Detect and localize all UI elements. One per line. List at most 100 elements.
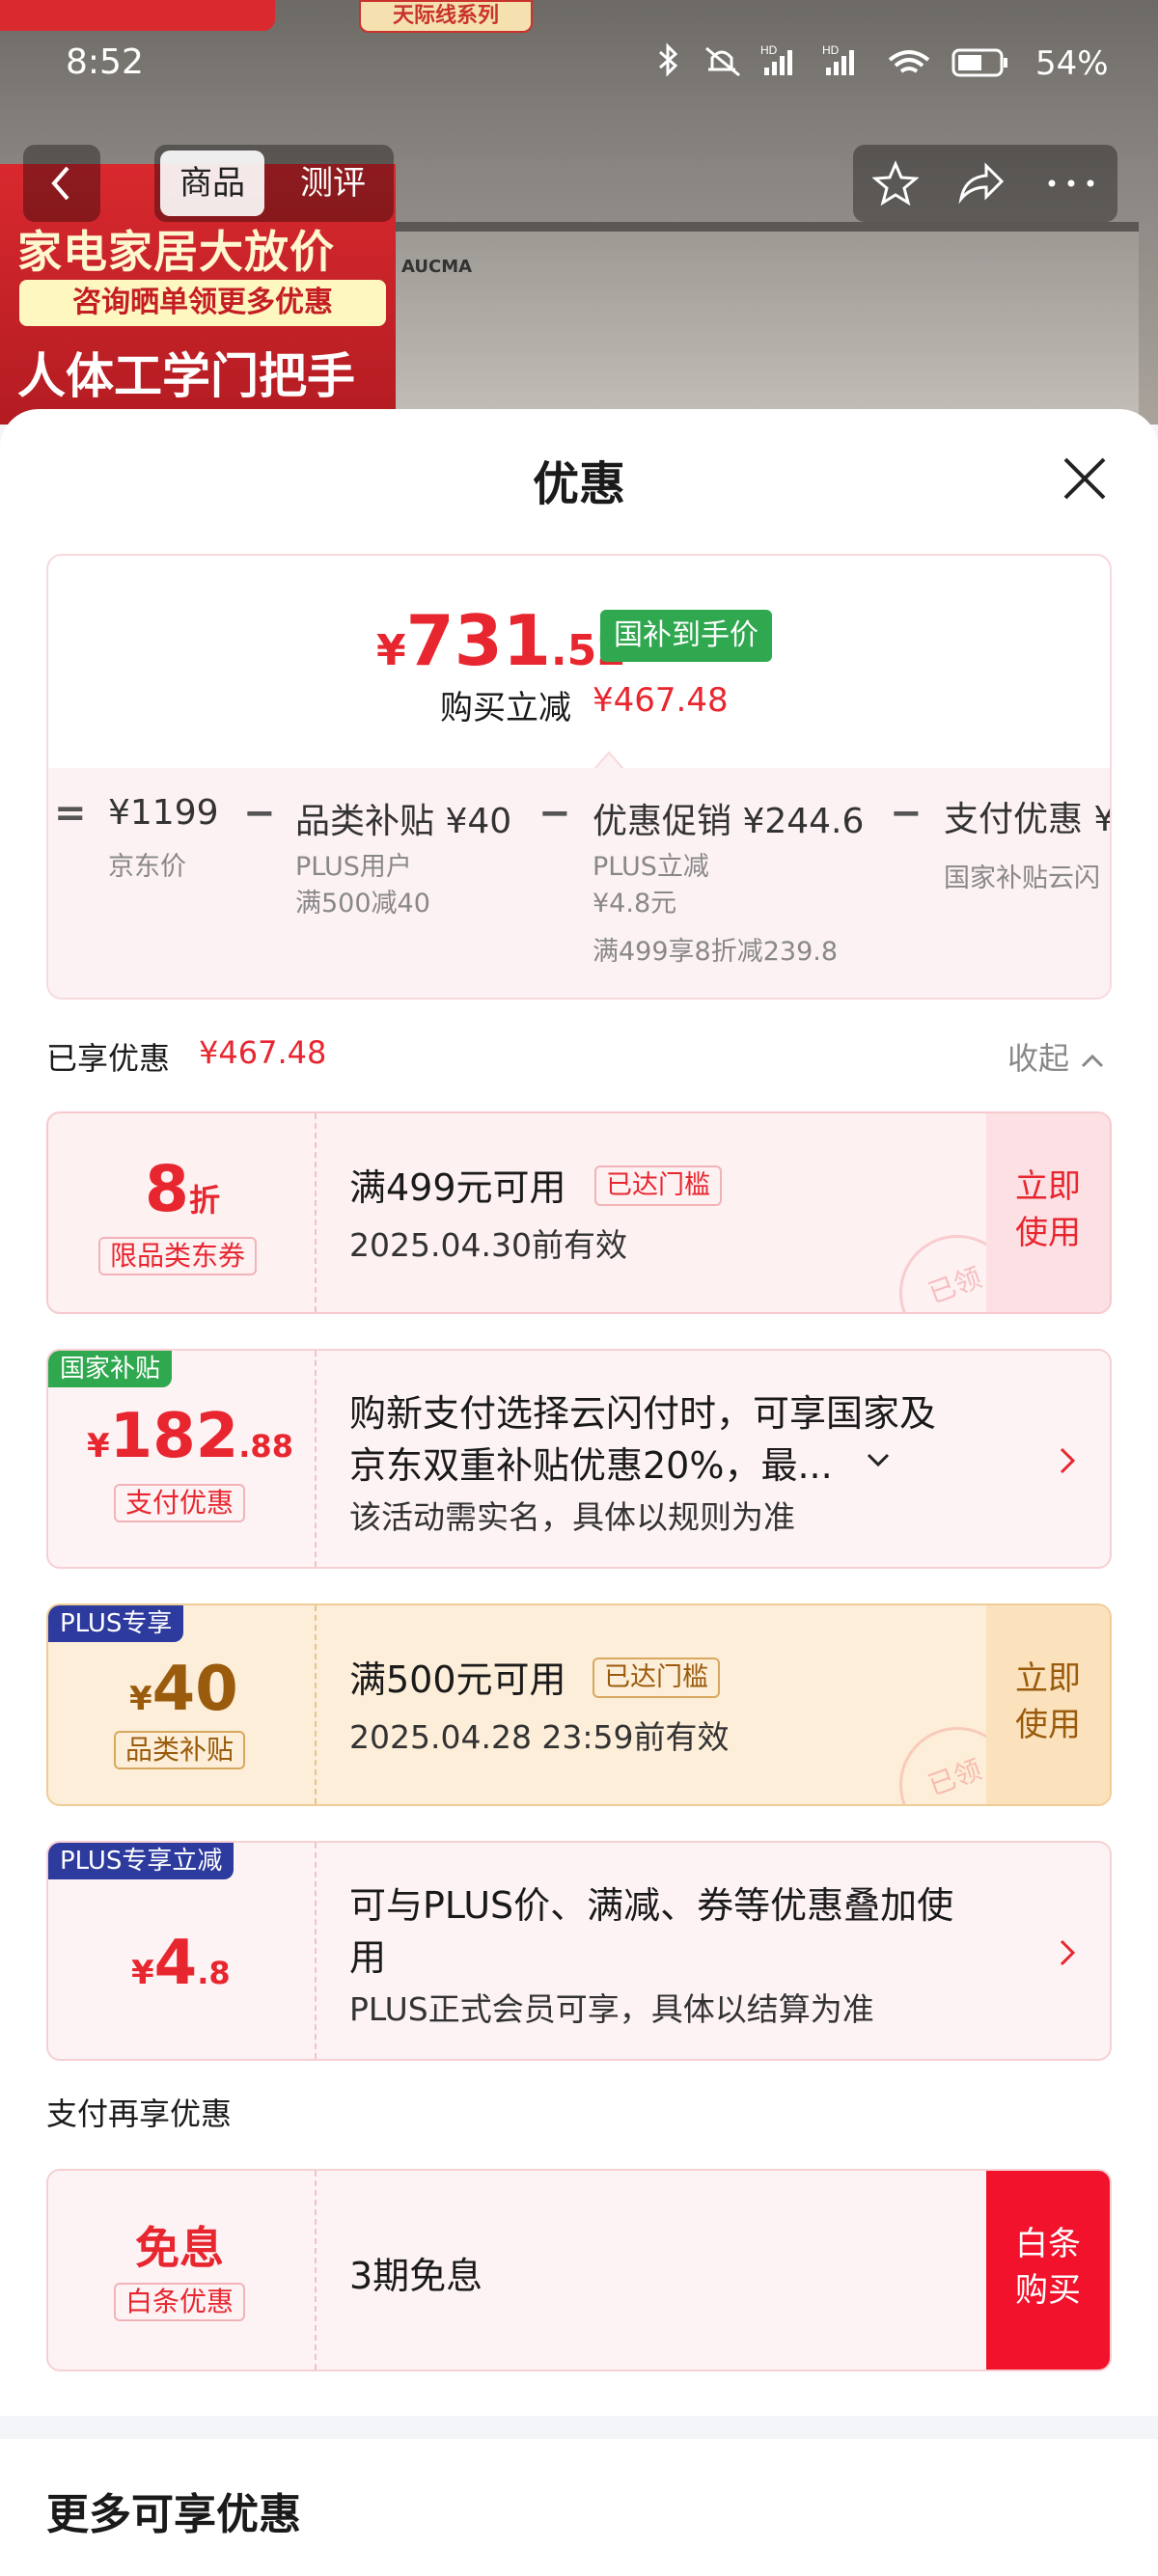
chevron-right-icon <box>1060 1447 1076 1474</box>
breakdown-category-subsidy: 品类补贴 ¥40 <box>295 802 512 841</box>
star-icon[interactable] <box>872 160 919 206</box>
share-icon[interactable] <box>955 160 1006 206</box>
coupon-value-area: ¥182.88 支付优惠 <box>48 1351 315 1567</box>
action-line: 立即 <box>1015 1659 1081 1698</box>
coupon-type: 支付优惠 <box>114 1484 246 1522</box>
value-integer: 4 <box>153 1928 198 1999</box>
promo-feature: 人体工学门把手 <box>17 348 355 404</box>
status-icons: HD HD <box>659 42 1007 77</box>
threshold-badge: 已达门槛 <box>594 1165 722 1206</box>
enjoyed-label: 已享优惠 <box>46 1040 171 1077</box>
subsidy-desc-line1: 购新支付选择云闪付时，可享国家及 <box>349 1392 937 1435</box>
pay-again-label: 支付再享优惠 <box>46 2096 233 2132</box>
back-button[interactable] <box>23 145 100 222</box>
breakdown-jd-price: ¥1199 <box>108 793 219 833</box>
product-image: AUCMA <box>386 222 1139 425</box>
stamp-text: 已领 <box>924 1261 986 1310</box>
breakdown-operator: − <box>243 791 276 836</box>
installment-value-area: 免息 白条优惠 <box>48 2171 315 2370</box>
card-divider <box>315 1605 317 1804</box>
action-line: 购买 <box>1015 2271 1081 2310</box>
threshold-badge: 已达门槛 <box>593 1658 720 1698</box>
breakdown-payment-clip: 支付优惠 ¥ 国家补贴云闪 <box>944 791 1110 926</box>
coupon-value-area: ¥4.8 <box>48 1843 315 2059</box>
coupon-value: 8折 <box>145 1152 220 1226</box>
pointer-notch <box>594 751 623 770</box>
chevron-left-icon <box>51 166 69 201</box>
subsidy-note: 该活动需实名，具体以规则为准 <box>349 1498 795 1536</box>
breakdown-payment: 支付优惠 ¥ <box>944 800 1110 839</box>
currency: ¥ <box>87 1427 110 1466</box>
baitiao-buy-button[interactable]: 白条 购买 <box>986 2171 1110 2370</box>
stamp-text: 已领 <box>924 1753 986 1802</box>
tab-review[interactable]: 测评 <box>280 151 386 216</box>
subsidy-price-badge: 国补到手价 <box>600 610 772 662</box>
price-currency: ¥ <box>376 626 406 675</box>
coupon-value: ¥182.88 <box>87 1401 293 1472</box>
status-time: 8:52 <box>66 42 144 82</box>
svg-text:HD: HD <box>760 43 778 57</box>
series-tag: 天际线系列 <box>359 0 533 33</box>
card-divider <box>315 1843 317 2059</box>
breakdown-sub: 国家补贴云闪 <box>944 863 1100 893</box>
plus-note: PLUS正式会员可享，具体以结算为准 <box>349 1990 874 2028</box>
breakdown-sub: PLUS立减 <box>593 852 709 882</box>
use-now-button[interactable]: 立即 使用 <box>986 1605 1110 1804</box>
use-now-button[interactable]: 立即 使用 <box>986 1113 1110 1312</box>
coupon-expiry: 2025.04.28 23:59前有效 <box>349 1718 730 1756</box>
value-integer: 40 <box>152 1654 238 1725</box>
breakdown-sub: PLUS用户 <box>295 852 412 882</box>
coupon-card-plus-reduction[interactable]: PLUS专享立减 ¥4.8 可与PLUS价、满减、券等优惠叠加使 用 PLUS正… <box>46 1841 1112 2061</box>
currency: ¥ <box>131 1954 154 1992</box>
installment-type: 白条优惠 <box>114 2283 246 2321</box>
action-line: 立即 <box>1015 1167 1081 1206</box>
promo-ribbon <box>0 0 275 31</box>
close-icon[interactable] <box>1058 452 1112 506</box>
coupon-value-area: 8折 限品类东券 <box>48 1113 315 1312</box>
coupon-title: 满500元可用 <box>349 1658 566 1701</box>
chevron-down-icon[interactable] <box>865 1451 894 1470</box>
action-line: 使用 <box>1015 1706 1081 1744</box>
card-divider <box>315 1351 317 1567</box>
more-icon[interactable] <box>1042 160 1100 206</box>
action-line: 使用 <box>1015 1214 1081 1252</box>
value-decimal: .88 <box>238 1428 293 1465</box>
installment-card: 免息 白条优惠 3期免息 白条 购买 <box>46 2169 1112 2371</box>
breakdown-operator: − <box>538 791 571 836</box>
value-decimal: .8 <box>197 1955 231 1991</box>
card-divider <box>315 1113 317 1312</box>
coupon-card-discount: 8折 限品类东券 满499元可用 已达门槛 2025.04.30前有效 已领 立… <box>46 1111 1112 1314</box>
coupon-value-area: ¥40 品类补贴 <box>48 1605 315 1804</box>
coupon-expiry: 2025.04.30前有效 <box>349 1226 627 1264</box>
coupon-type: 品类补贴 <box>114 1731 246 1769</box>
breakdown-sub: 满500减40 <box>295 889 430 918</box>
subsidy-desc-line2: 京东双重补贴优惠20%，最... <box>349 1444 833 1487</box>
coupon-card-plus-subsidy: PLUS专享 ¥40 品类补贴 满500元可用 已达门槛 2025.04.28 … <box>46 1603 1112 1806</box>
coupon-card-national-subsidy[interactable]: 国家补贴 ¥182.88 支付优惠 购新支付选择云闪付时，可享国家及 京东双重补… <box>46 1349 1112 1569</box>
enjoyed-value: ¥467.48 <box>199 1034 327 1071</box>
plus-desc-line1: 可与PLUS价、满减、券等优惠叠加使 <box>349 1884 954 1927</box>
promo-subline: 咨询晒单领更多优惠 <box>19 280 386 326</box>
coupon-value: ¥4.8 <box>131 1928 231 1999</box>
installment-title: 3期免息 <box>349 2255 483 2297</box>
svg-text:HD: HD <box>822 43 840 57</box>
battery-icon <box>951 48 1007 77</box>
more-offers-title: 更多可享优惠 <box>46 2490 301 2539</box>
wifi-icon <box>888 50 930 73</box>
sheet-title: 优惠 <box>532 457 625 511</box>
chevron-up-icon <box>1082 1054 1104 1068</box>
installment-value: 免息 <box>135 2222 224 2274</box>
breakdown-sub: ¥4.8元 <box>593 889 677 918</box>
collapse-label: 收起 <box>1007 1040 1070 1077</box>
tab-product[interactable]: 商品 <box>160 151 264 216</box>
card-divider <box>315 2171 317 2370</box>
battery-percent: 54% <box>1035 44 1109 83</box>
discount-unit: 折 <box>188 1182 220 1219</box>
chevron-right-icon <box>1060 1939 1076 1966</box>
price-integer: 731 <box>405 600 551 681</box>
section-divider <box>0 2416 1158 2439</box>
currency: ¥ <box>129 1680 152 1718</box>
discount-number: 8 <box>145 1152 189 1226</box>
collapse-toggle[interactable]: 收起 <box>1007 1034 1106 1079</box>
brand-logo: AUCMA <box>401 257 473 277</box>
